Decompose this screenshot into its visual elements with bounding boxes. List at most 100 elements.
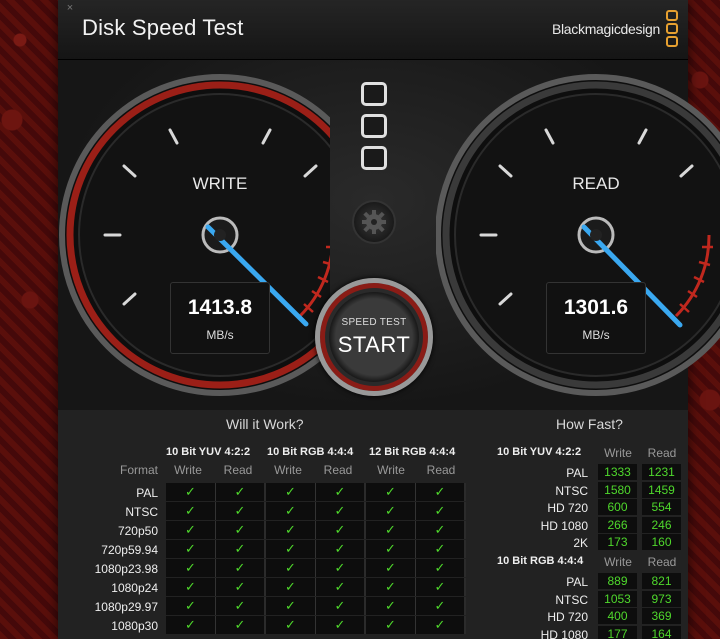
app-title: Disk Speed Test (82, 15, 244, 40)
write-header: Write (604, 555, 632, 569)
check-icon: ✓ (366, 540, 416, 558)
check-icon: ✓ (166, 578, 216, 596)
read-fps-value: 160 (642, 534, 681, 551)
check-icon: ✓ (416, 502, 466, 520)
how-fast-row: NTSC 1580 1459 (488, 481, 688, 499)
close-icon[interactable]: × (64, 2, 76, 14)
row-format-label: HD 720 (547, 501, 588, 516)
check-icon: ✓ (366, 521, 416, 539)
table-row: 1080p30 ✓ ✓ ✓ ✓ ✓ ✓ (66, 616, 466, 635)
check-icon: ✓ (416, 483, 466, 501)
row-format-label: 720p50 (117, 524, 158, 538)
gear-icon (362, 210, 386, 234)
target-select-icon-1[interactable] (361, 82, 387, 106)
check-icon: ✓ (316, 540, 366, 558)
write-speed-value: 1413.8 (187, 296, 253, 319)
read-gauge: READ 1301.6 MB/s (436, 60, 720, 410)
check-icon: ✓ (216, 616, 266, 634)
center-controls: SPEED TEST START (313, 60, 433, 410)
row-format-label: NTSC (555, 483, 588, 498)
check-icon: ✓ (166, 616, 216, 634)
format-header: Format (119, 463, 158, 477)
how-fast-title: How Fast? (556, 416, 623, 432)
check-icon: ✓ (266, 616, 316, 634)
read-speed-unit: MB/s (582, 328, 610, 342)
table-row: 720p59.94 ✓ ✓ ✓ ✓ ✓ ✓ (66, 540, 466, 559)
write-speed-unit: MB/s (206, 328, 234, 342)
check-icon: ✓ (266, 578, 316, 596)
row-format-label: NTSC (125, 505, 158, 519)
how-fast-row: PAL 889 821 (488, 573, 688, 590)
write-gauge-label: WRITE (192, 174, 248, 193)
read-fps-value: 1459 (642, 481, 681, 498)
row-format-label: PAL (566, 575, 588, 589)
write-header: Write (604, 446, 632, 460)
row-format-label: PAL (136, 486, 158, 500)
check-icon: ✓ (266, 540, 316, 558)
write-gauge: WRITE 1413.8 MB/s (0, 60, 330, 410)
read-fps-value: 1231 (642, 464, 681, 480)
group-header: 10 Bit YUV 4:2:2 (166, 446, 251, 458)
check-icon: ✓ (416, 559, 466, 577)
start-button-label: START (337, 332, 411, 357)
check-icon: ✓ (216, 540, 266, 558)
read-header: Read (647, 555, 677, 569)
check-icon: ✓ (266, 483, 316, 501)
row-format-label: 720p59.94 (101, 543, 158, 557)
read-speed-value: 1301.6 (563, 296, 629, 319)
settings-button[interactable] (352, 200, 396, 244)
write-fps-value: 400 (598, 608, 637, 625)
how-fast-row: HD 720 600 554 (488, 499, 688, 516)
read-header: Read (323, 463, 353, 477)
check-icon: ✓ (416, 540, 466, 558)
gauge-area: WRITE 1413.8 MB/s READ 1301.6 MB/s SPEED… (58, 60, 720, 410)
check-icon: ✓ (316, 483, 366, 501)
check-icon: ✓ (216, 578, 266, 596)
write-fps-value: 1580 (598, 481, 637, 498)
row-format-label: NTSC (555, 592, 588, 607)
check-icon: ✓ (366, 502, 416, 520)
check-icon: ✓ (416, 616, 466, 634)
how-fast-row: HD 1080 266 246 (488, 516, 688, 534)
how-fast-group-header: 10 Bit RGB 4:4:4 (497, 555, 584, 567)
write-header: Write (174, 463, 202, 477)
check-icon: ✓ (316, 521, 366, 539)
check-icon: ✓ (166, 502, 216, 520)
write-readout: 1413.8 MB/s (170, 282, 270, 354)
row-format-label: 1080p30 (111, 619, 158, 633)
will-it-work-title: Will it Work? (226, 416, 304, 432)
check-icon: ✓ (366, 597, 416, 615)
check-icon: ✓ (316, 559, 366, 577)
table-row: 1080p24 ✓ ✓ ✓ ✓ ✓ ✓ (66, 578, 466, 597)
check-icon: ✓ (316, 616, 366, 634)
how-fast-row: NTSC 1053 973 (488, 590, 688, 608)
check-icon: ✓ (216, 597, 266, 615)
read-fps-value: 973 (642, 590, 681, 607)
write-header: Write (274, 463, 302, 477)
check-icon: ✓ (366, 483, 416, 501)
target-select-icon-2[interactable] (361, 114, 387, 138)
write-fps-value: 1053 (598, 590, 637, 607)
write-gauge-dial (59, 74, 330, 396)
check-icon: ✓ (416, 578, 466, 596)
check-icon: ✓ (316, 502, 366, 520)
table-row: PAL ✓ ✓ ✓ ✓ ✓ ✓ (66, 483, 466, 502)
check-icon: ✓ (266, 559, 316, 577)
brand-name: Blackmagicdesign (551, 21, 660, 37)
row-format-label: 1080p23.98 (94, 562, 158, 576)
read-fps-value: 554 (642, 499, 681, 516)
write-fps-value: 1333 (598, 464, 637, 480)
results-panel: Will it Work? How Fast? 10 Bit YUV 4:2:2… (58, 410, 688, 639)
check-icon: ✓ (266, 521, 316, 539)
app-window: × Disk Speed Test Blackmagicdesign WRITE… (58, 0, 720, 639)
start-button[interactable]: SPEED TEST START (315, 278, 433, 396)
target-select-icon-3[interactable] (361, 146, 387, 170)
row-format-label: HD 720 (547, 610, 588, 625)
write-fps-value: 266 (598, 516, 637, 533)
read-fps-value: 246 (642, 516, 681, 533)
check-icon: ✓ (166, 559, 216, 577)
row-format-label: 2K (573, 536, 588, 551)
check-icon: ✓ (266, 597, 316, 615)
check-icon: ✓ (216, 502, 266, 520)
check-icon: ✓ (366, 578, 416, 596)
